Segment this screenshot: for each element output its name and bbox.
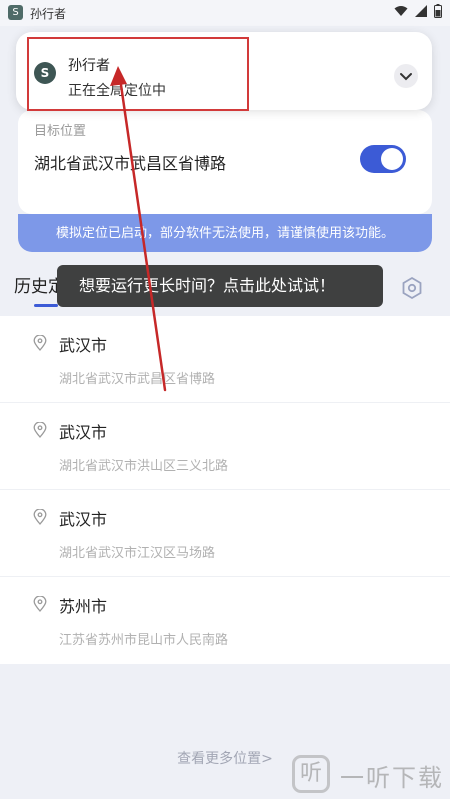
status-bar-indicators: [394, 4, 442, 18]
location-pin-icon: [33, 422, 47, 438]
history-item-city: 武汉市: [59, 510, 108, 529]
hexagon-settings-icon: [402, 276, 422, 300]
app-status-icon: S: [8, 5, 23, 20]
battery-icon: [434, 4, 442, 18]
status-bar-app-title: 孙行者: [30, 7, 67, 21]
location-pin-icon: [33, 509, 47, 525]
history-item[interactable]: 武汉市 湖北省武汉市武昌区省博路: [0, 316, 450, 403]
watermark-glyph: 听: [292, 755, 330, 793]
extend-runtime-tooltip[interactable]: 想要运行更长时间？点击此处试试！: [57, 265, 383, 307]
location-pin-icon: [33, 335, 47, 351]
history-item-address: 湖北省武汉市武昌区省博路: [59, 372, 216, 387]
wifi-icon: [394, 6, 408, 16]
history-item-address: 江苏省苏州市昆山市人民南路: [59, 633, 229, 648]
target-location-card: 目标位置 湖北省武汉市武昌区省博路: [18, 110, 432, 214]
history-item-city: 武汉市: [59, 423, 108, 442]
tab-active-indicator: [34, 304, 58, 307]
history-list: 武汉市 湖北省武汉市武昌区省博路 武汉市 湖北省武汉市洪山区三义北路 武汉市 湖…: [0, 316, 450, 664]
signal-icon: [415, 5, 427, 17]
history-item-city: 苏州市: [59, 597, 108, 616]
annotation-highlight-box: [27, 37, 249, 111]
chevron-down-icon: [400, 73, 412, 81]
history-item-address: 湖北省武汉市洪山区三义北路: [59, 459, 229, 474]
target-location-address: 湖北省武汉市武昌区省博路: [34, 154, 227, 173]
mock-location-toggle[interactable]: [360, 145, 406, 173]
history-item[interactable]: 武汉市 湖北省武汉市江汉区马场路: [0, 490, 450, 577]
notification-expand-button[interactable]: [394, 64, 418, 88]
history-item-city: 武汉市: [59, 336, 108, 355]
watermark-text: 一听下载: [340, 764, 444, 792]
location-pin-icon: [33, 596, 47, 612]
watermark-logo: 听 一听下载: [292, 755, 450, 797]
history-item[interactable]: 苏州市 江苏省苏州市昆山市人民南路: [0, 577, 450, 664]
warning-banner: 模拟定位已启动，部分软件无法使用，请谨慎使用该功能。: [18, 214, 432, 252]
history-item[interactable]: 武汉市 湖北省武汉市洪山区三义北路: [0, 403, 450, 490]
history-item-address: 湖北省武汉市江汉区马场路: [59, 546, 216, 561]
status-bar: S 孙行者: [0, 0, 450, 26]
toggle-knob: [381, 148, 403, 170]
target-location-label: 目标位置: [34, 124, 87, 139]
settings-button[interactable]: [400, 276, 424, 300]
